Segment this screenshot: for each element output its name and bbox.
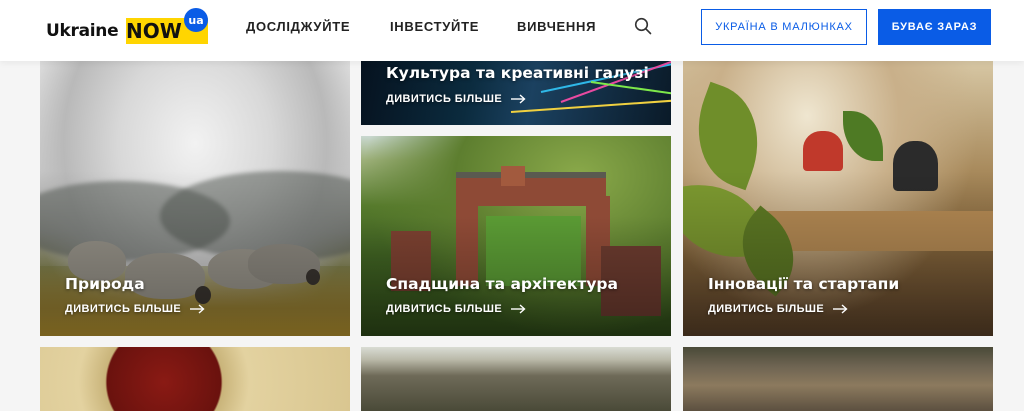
- canyon-image: [361, 347, 671, 411]
- see-more-label: ДИВИТИСЬ БІЛЬШЕ: [65, 303, 182, 315]
- search-icon[interactable]: [634, 17, 652, 35]
- site-header: Ukraine NOW ua ДОСЛІДЖУЙТЕ ІНВЕСТУЙТЕ ВИ…: [0, 0, 1024, 61]
- card-title: Культура та креативні галузі: [386, 64, 649, 82]
- card-innovation[interactable]: Інновації та стартапи ДИВИТИСЬ БІЛЬШЕ: [683, 61, 993, 336]
- card-food[interactable]: [40, 347, 350, 411]
- arrow-right-icon: [833, 304, 848, 314]
- architecture-image: [683, 347, 993, 411]
- card-title: Природа: [65, 275, 145, 293]
- see-more-link[interactable]: ДИВИТИСЬ БІЛЬШЕ: [386, 93, 526, 105]
- arrow-right-icon: [511, 94, 526, 104]
- card-nature[interactable]: Природа ДИВИТИСЬ БІЛЬШЕ: [40, 61, 350, 336]
- logo-word: Ukraine: [46, 21, 119, 41]
- card-culture[interactable]: Культура та креативні галузі ДИВИТИСЬ БІ…: [361, 61, 671, 125]
- see-more-link[interactable]: ДИВИТИСЬ БІЛЬШЕ: [708, 303, 848, 315]
- card-title: Спадщина та архітектура: [386, 275, 618, 293]
- ukraine-in-pictures-button[interactable]: УКРАЇНА В МАЛЮНКАХ: [701, 9, 867, 45]
- food-image: [40, 347, 350, 411]
- see-more-link[interactable]: ДИВИТИСЬ БІЛЬШЕ: [65, 303, 205, 315]
- see-more-link[interactable]: ДИВИТИСЬ БІЛЬШЕ: [386, 303, 526, 315]
- see-more-label: ДИВИТИСЬ БІЛЬШЕ: [386, 303, 503, 315]
- see-more-label: ДИВИТИСЬ БІЛЬШЕ: [386, 93, 503, 105]
- happening-now-button[interactable]: БУВАЄ ЗАРАЗ: [878, 9, 991, 45]
- nav-invest[interactable]: ІНВЕСТУЙТЕ: [390, 19, 479, 34]
- arrow-right-icon: [511, 304, 526, 314]
- card-heritage[interactable]: Спадщина та архітектура ДИВИТИСЬ БІЛЬШЕ: [361, 136, 671, 336]
- logo-ua-badge: ua: [184, 8, 208, 32]
- card-title: Інновації та стартапи: [708, 275, 900, 293]
- nav-explore[interactable]: ДОСЛІДЖУЙТЕ: [246, 19, 350, 34]
- logo-highlight: NOW: [126, 19, 182, 43]
- see-more-label: ДИВИТИСЬ БІЛЬШЕ: [708, 303, 825, 315]
- nav-study[interactable]: ВИВЧЕННЯ: [517, 19, 596, 34]
- card-canyon[interactable]: [361, 347, 671, 411]
- ukraine-now-logo[interactable]: Ukraine NOW ua: [46, 8, 216, 48]
- arrow-right-icon: [190, 304, 205, 314]
- card-architecture[interactable]: [683, 347, 993, 411]
